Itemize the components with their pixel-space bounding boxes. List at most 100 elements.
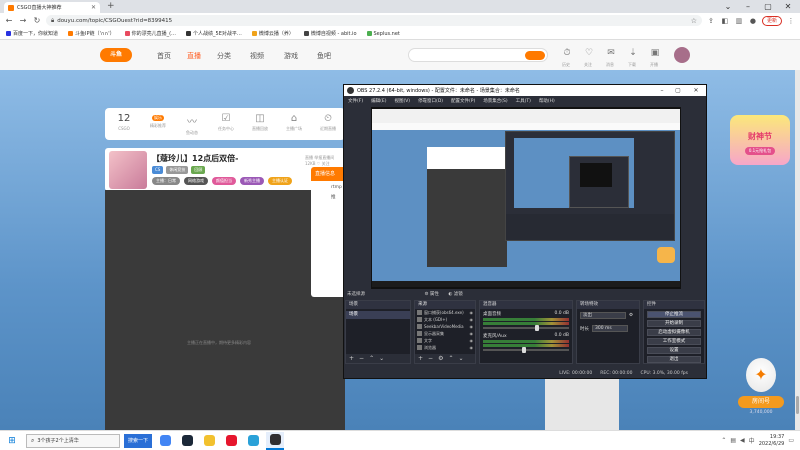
close-tab-icon[interactable]: ✕ bbox=[91, 4, 96, 11]
visibility-eye-icon[interactable]: ◉ bbox=[470, 317, 474, 322]
category-item[interactable]: ☑ 任务中心 bbox=[209, 108, 243, 140]
gear-icon[interactable]: ⚙ bbox=[438, 355, 443, 362]
tray-overflow-icon[interactable]: ⌃ bbox=[721, 437, 726, 444]
remove-icon[interactable]: − bbox=[428, 355, 433, 362]
taskbar-search-input[interactable]: ⌕ 3个孩子2个上清华 bbox=[26, 433, 120, 448]
anchor-avatar[interactable] bbox=[109, 151, 147, 189]
exit-button[interactable]: 退出 bbox=[647, 356, 701, 363]
tab-search-icon[interactable]: ⌄ bbox=[718, 0, 738, 13]
source-item[interactable]: 显示器采集 ◉ bbox=[415, 330, 475, 337]
close-window-icon[interactable]: ✕ bbox=[778, 0, 798, 13]
download-icon[interactable]: ⇣ bbox=[626, 48, 640, 62]
anchor-pill[interactable]: 网络游戏 bbox=[184, 177, 208, 185]
menu-scene-collection[interactable]: 场景集合(S) bbox=[483, 98, 507, 104]
visibility-eye-icon[interactable]: ◉ bbox=[470, 324, 474, 329]
scene-item[interactable]: 场景 bbox=[346, 311, 410, 319]
room-tag[interactable]: 回顾 bbox=[191, 166, 206, 174]
ime-icon[interactable]: 中 bbox=[749, 436, 755, 445]
source-item[interactable]: 文本 (GDI+) ◉ bbox=[415, 316, 475, 323]
category-item[interactable]: ⌂ 主播广场 bbox=[277, 108, 311, 140]
room-tag[interactable]: CS bbox=[152, 166, 164, 174]
douyu-logo[interactable]: 斗鱼 bbox=[100, 48, 132, 62]
visibility-eye-icon[interactable]: ◉ bbox=[470, 338, 474, 343]
virtual-camera-button[interactable]: 启动虚拟摄像机 bbox=[647, 329, 701, 336]
browser-tab[interactable]: CSGO直播大神推荐 ✕ bbox=[4, 2, 100, 13]
menu-help[interactable]: 帮助(H) bbox=[539, 98, 555, 104]
nav-link-active[interactable]: 直播 bbox=[187, 51, 201, 61]
scrollbar-thumb[interactable] bbox=[796, 396, 799, 414]
anchor-pill[interactable]: 主播认证 bbox=[268, 177, 292, 185]
back-icon[interactable]: ← bbox=[4, 16, 14, 26]
game-taskbar-icon[interactable] bbox=[200, 432, 218, 450]
move-down-icon[interactable]: ⌄ bbox=[379, 355, 384, 362]
category-item[interactable]: 〰 鱼动态 bbox=[175, 108, 209, 140]
minimize-icon[interactable]: – bbox=[738, 0, 758, 13]
nav-link[interactable]: 首页 bbox=[157, 51, 171, 61]
maximize-icon[interactable]: ▢ bbox=[758, 0, 778, 13]
live-video-player[interactable] bbox=[105, 190, 345, 430]
menu-icon[interactable]: ⋮ bbox=[786, 16, 796, 26]
source-item[interactable]: 文字 ◉ bbox=[415, 337, 475, 344]
nav-link[interactable]: 游戏 bbox=[284, 51, 298, 61]
message-icon[interactable]: ✉ bbox=[604, 48, 618, 62]
duration-input[interactable]: 300 ms bbox=[592, 325, 628, 332]
category-item[interactable]: 12 CSGO bbox=[107, 108, 141, 140]
obs-close-icon[interactable]: ✕ bbox=[688, 85, 704, 96]
add-icon[interactable]: + bbox=[349, 355, 354, 362]
bookmark-item[interactable]: 微博自视频 - abit.io bbox=[303, 30, 357, 37]
menu-tools[interactable]: 工具(T) bbox=[516, 98, 531, 104]
bookmark-item[interactable]: 个人战绩_5E对战平… bbox=[186, 30, 242, 37]
menu-edit[interactable]: 编辑(E) bbox=[371, 98, 386, 104]
move-down-icon[interactable]: ⌄ bbox=[458, 355, 463, 362]
properties-button[interactable]: ⚙ 属性 bbox=[424, 292, 438, 297]
nav-link[interactable]: 分类 bbox=[217, 51, 231, 61]
sidepanel-icon[interactable]: ▥ bbox=[734, 16, 744, 26]
source-item[interactable]: SeekbarVideoMedia ◉ bbox=[415, 323, 475, 330]
windows-start-icon[interactable]: ⊞ bbox=[4, 431, 20, 450]
bookmark-item[interactable]: 你的漂亮儿直播_(… bbox=[124, 30, 176, 37]
source-item[interactable]: 浏览器 ◉ bbox=[415, 344, 475, 351]
live-open-icon[interactable]: ▣ bbox=[648, 48, 662, 62]
visibility-eye-icon[interactable]: ◉ bbox=[470, 310, 474, 315]
profile-icon[interactable]: ● bbox=[748, 16, 758, 26]
transition-select[interactable]: 淡出 bbox=[580, 312, 626, 319]
move-up-icon[interactable]: ⌃ bbox=[448, 355, 453, 362]
volume-slider[interactable] bbox=[483, 325, 569, 331]
share-icon[interactable]: ⇪ bbox=[706, 16, 716, 26]
menu-file[interactable]: 文件(F) bbox=[348, 98, 363, 104]
filters-button[interactable]: ◐ 滤镜 bbox=[448, 292, 462, 297]
update-button[interactable]: 更新 bbox=[761, 15, 782, 26]
reload-icon[interactable]: ↻ bbox=[32, 16, 42, 26]
visibility-eye-icon[interactable]: ◉ bbox=[470, 331, 474, 336]
obs-maximize-icon[interactable]: ▢ bbox=[670, 85, 686, 96]
bookmark-item[interactable]: 斗鱼IP链（'∩∩'） bbox=[68, 30, 115, 37]
address-bar[interactable]: 🔒︎ douyu.com/topic/CSGOuest?rid=8399415 … bbox=[46, 15, 702, 26]
weibo-taskbar-icon[interactable] bbox=[222, 432, 240, 450]
gear-icon[interactable]: ⚙ bbox=[629, 313, 633, 318]
studio-mode-button[interactable]: 工作室模式 bbox=[647, 338, 701, 345]
category-item[interactable]: ◫ 直播回放 bbox=[243, 108, 277, 140]
follow-icon[interactable]: ♡ bbox=[582, 48, 596, 62]
settings-button[interactable]: 设置 bbox=[647, 347, 701, 354]
slider-knob[interactable] bbox=[534, 325, 539, 331]
anchor-pill[interactable]: 颜值担当 bbox=[212, 177, 236, 185]
search-chip-button[interactable]: 搜索一下 bbox=[124, 433, 153, 448]
volume-slider[interactable] bbox=[483, 347, 569, 353]
bookmark-item[interactable]: Seplus.net bbox=[366, 31, 400, 37]
source-item[interactable]: 窗口捕获(obs64.exe) ◉ bbox=[415, 309, 475, 316]
bookmark-star-icon[interactable]: ☆ bbox=[691, 17, 697, 25]
start-recording-button[interactable]: 开始录制 bbox=[647, 320, 701, 327]
menu-view[interactable]: 视图(V) bbox=[394, 98, 410, 104]
extension-icon[interactable]: ◧ bbox=[720, 16, 730, 26]
forward-icon[interactable]: → bbox=[18, 16, 28, 26]
douyu-search-input[interactable] bbox=[408, 48, 548, 62]
stop-streaming-button[interactable]: 停止推流 bbox=[647, 311, 701, 318]
nav-link[interactable]: 视频 bbox=[250, 51, 264, 61]
room-tag[interactable]: 休闲竞技 bbox=[166, 166, 189, 174]
history-icon[interactable]: ⏱ bbox=[560, 48, 574, 62]
category-item[interactable]: 娱乐 精彩推荐 bbox=[141, 108, 175, 140]
obs-taskbar-icon[interactable] bbox=[266, 431, 285, 450]
menu-profile[interactable]: 配置文件(P) bbox=[451, 98, 475, 104]
steam-taskbar-icon[interactable] bbox=[178, 432, 196, 450]
move-up-icon[interactable]: ⌃ bbox=[369, 355, 374, 362]
